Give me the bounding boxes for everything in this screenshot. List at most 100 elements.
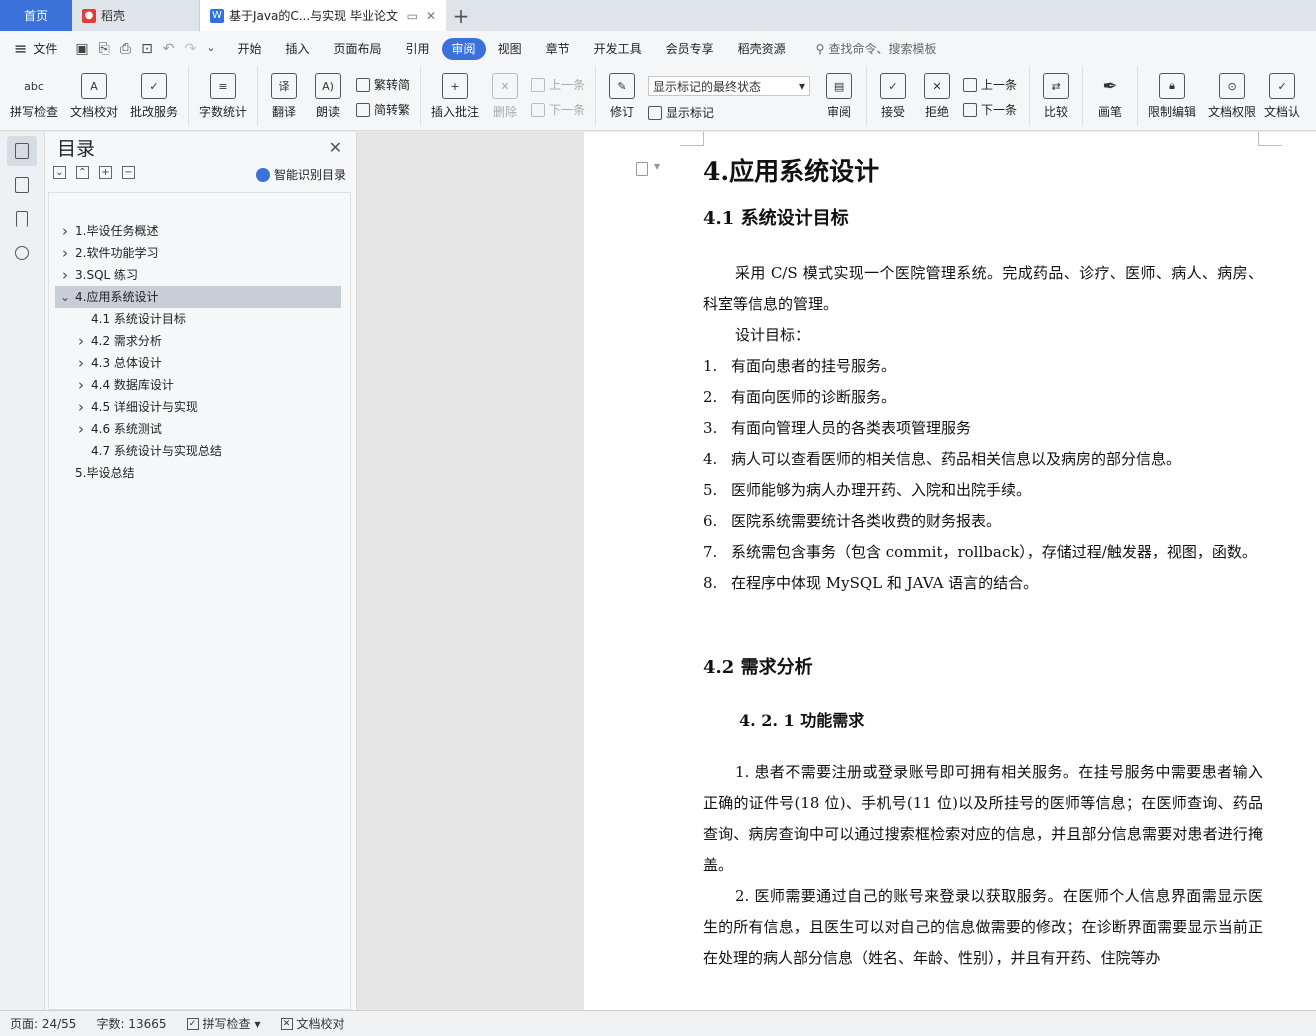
translate-button[interactable]: 译 翻译 — [262, 70, 306, 126]
tab-document-label: 基于Java的C...与实现 毕业论文 — [229, 9, 398, 23]
tab-document[interactable]: W 基于Java的C...与实现 毕业论文 ▭ ✕ — [200, 0, 446, 31]
chevron-right-icon[interactable]: › — [59, 242, 71, 264]
review-service-button[interactable]: ✓ 批改服务 — [124, 70, 184, 126]
doc-certify-label: 文档认 — [1264, 105, 1301, 119]
delete-comment-button[interactable]: ✕ 删除 — [485, 70, 525, 126]
toc-item[interactable]: › 2.软件功能学习 — [55, 242, 341, 264]
spell-check-button[interactable]: abc 拼写检查 — [4, 70, 64, 126]
print-icon[interactable]: ⎙ — [120, 41, 131, 57]
show-markup-button[interactable]: 显示标记 — [648, 104, 810, 121]
toc-item[interactable]: 4.1 系统设计目标 — [55, 308, 341, 330]
markup-state-select[interactable]: 显示标记的最终状态 ▾ — [648, 76, 811, 96]
simp-to-trad-button[interactable]: 简转繁 — [356, 101, 410, 118]
compare-button[interactable]: ⇄ 比较 — [1034, 70, 1078, 126]
remove-item-icon[interactable]: − — [122, 166, 135, 179]
status-spell-check[interactable]: ✓ 拼写检查 ▾ — [177, 1015, 271, 1032]
menu-developer[interactable]: 开发工具 — [582, 38, 654, 60]
file-menu[interactable]: ≡ 文件 — [0, 39, 65, 58]
restrict-editing-button[interactable]: 🔒︎ 限制编辑 — [1142, 70, 1202, 126]
print-preview-icon[interactable]: ⊡ — [141, 41, 153, 57]
menu-section[interactable]: 章节 — [534, 38, 582, 60]
menu-view[interactable]: 视图 — [486, 38, 534, 60]
read-aloud-button[interactable]: A) 朗读 — [306, 70, 350, 126]
paragraph-tool-icon[interactable] — [636, 162, 648, 176]
track-changes-button[interactable]: ✎ 修订 — [600, 70, 644, 126]
new-tab-button[interactable]: + — [446, 0, 476, 31]
toc-item[interactable]: 5.毕设总结 — [55, 462, 341, 484]
add-item-icon[interactable]: + — [99, 166, 112, 179]
toc-item[interactable]: › 1.毕设任务概述 — [55, 220, 341, 242]
pen-button[interactable]: ✒ 画笔 — [1087, 70, 1133, 126]
trad-to-simp-button[interactable]: 繁转简 — [356, 76, 410, 93]
toc-item[interactable]: › 4.2 需求分析 — [55, 330, 341, 352]
list-item: 7. 系统需包含事务（包含 commit，rollback），存储过程/触发器，视… — [703, 537, 1263, 568]
page-indicator[interactable]: 页面: 24/55 — [0, 1015, 86, 1032]
word-count-button[interactable]: ≡ 字数统计 — [193, 70, 253, 126]
menu-member[interactable]: 会员专享 — [654, 38, 726, 60]
menu-insert[interactable]: 插入 — [274, 38, 322, 60]
menu-layout[interactable]: 页面布局 — [322, 38, 394, 60]
doc-permission-button[interactable]: ⊙ 文档权限 — [1202, 70, 1262, 126]
toc-item[interactable]: 4.7 系统设计与实现总结 — [55, 440, 341, 462]
chapter-nav-button[interactable] — [7, 170, 37, 200]
chevron-right-icon[interactable]: › — [75, 396, 87, 418]
close-icon[interactable]: ✕ — [426, 9, 436, 23]
list-number: 1. — [703, 357, 718, 375]
collapse-all-icon[interactable]: ⌃ — [76, 166, 89, 179]
toc-item[interactable]: › 3.SQL 练习 — [55, 264, 341, 286]
chevron-down-icon[interactable]: ⌄ — [59, 286, 71, 308]
menu-references[interactable]: 引用 — [394, 38, 442, 60]
expand-all-icon[interactable]: ⌄ — [53, 166, 66, 179]
chevron-right-icon[interactable]: › — [59, 220, 71, 242]
toc-item[interactable]: › 4.3 总体设计 — [55, 352, 341, 374]
bookmark-nav-button[interactable] — [7, 204, 37, 234]
chevron-right-icon[interactable]: › — [75, 374, 87, 396]
chevron-right-icon[interactable]: › — [75, 418, 87, 440]
save-icon[interactable]: ▣ — [75, 41, 88, 57]
word-count-indicator[interactable]: 字数: 13665 — [86, 1015, 176, 1032]
trad-to-simp-icon — [356, 77, 370, 92]
toc-nav-button[interactable] — [7, 136, 37, 166]
compare-label: 比较 — [1044, 105, 1069, 119]
review-pane-button[interactable]: ▤ 审阅 — [816, 70, 862, 126]
toc-item[interactable]: › 4.5 详细设计与实现 — [55, 396, 341, 418]
chevron-right-icon[interactable]: › — [75, 330, 87, 352]
list-item: 1. 有面向患者的挂号服务。 — [703, 351, 1263, 382]
goal-label: 设计目标： — [735, 326, 811, 344]
monitor-icon[interactable]: ▭ — [407, 9, 418, 23]
command-search[interactable]: ⚲ 查找命令、搜索模板 — [816, 40, 937, 57]
menu-start[interactable]: 开始 — [225, 38, 273, 60]
export-icon[interactable]: ⎘ — [99, 41, 110, 57]
toc-item[interactable]: › 4.6 系统测试 — [55, 418, 341, 440]
insert-comment-label: 插入批注 — [431, 105, 480, 119]
next-change-button[interactable]: 下一条 — [963, 101, 1017, 118]
toc-item[interactable]: › 4.4 数据库设计 — [55, 374, 341, 396]
prev-comment-button[interactable]: 上一条 — [531, 76, 585, 93]
next-comment-button[interactable]: 下一条 — [531, 101, 585, 118]
proofread-button[interactable]: A 文档校对 — [64, 70, 124, 126]
tab-docer[interactable]: ● 稻壳 — [72, 0, 200, 31]
tab-home[interactable]: 首页 — [0, 0, 72, 31]
document-page[interactable]: ▼ 4.应用系统设计 4.1 系统设计目标 采用 C/S 模式实现一个医院管理系… — [584, 132, 1316, 1010]
reject-button[interactable]: ✕ 拒绝 — [915, 70, 959, 126]
search-nav-button[interactable] — [7, 238, 37, 268]
undo-icon[interactable]: ↶ — [163, 41, 175, 57]
toc-item[interactable]: ⌄ 4.应用系统设计 — [55, 286, 341, 308]
list-text: 有面向管理人员的各类表项管理服务 — [731, 419, 972, 437]
chevron-right-icon[interactable]: › — [75, 352, 87, 374]
customize-chevron-icon[interactable]: ⌄ — [206, 41, 215, 57]
insert-comment-button[interactable]: + 插入批注 — [425, 70, 485, 126]
status-proofread[interactable]: ✕ 文档校对 — [271, 1015, 355, 1032]
redo-icon[interactable]: ↷ — [185, 41, 197, 57]
smart-toc-button[interactable]: 智能识别目录 — [255, 166, 346, 183]
menu-docer-resources[interactable]: 稻壳资源 — [726, 38, 798, 60]
close-icon[interactable]: ✕ — [329, 138, 342, 157]
chevron-down-icon[interactable]: ▼ — [654, 162, 660, 171]
menu-review[interactable]: 审阅 — [441, 37, 486, 60]
next-comment-icon — [531, 102, 546, 117]
doc-certify-button[interactable]: ✓ 文档认 — [1262, 70, 1302, 126]
chevron-right-icon[interactable]: › — [59, 264, 71, 286]
accept-button[interactable]: ✓ 接受 — [871, 70, 915, 126]
prev-change-button[interactable]: 上一条 — [963, 76, 1017, 93]
toc-icon — [15, 143, 29, 159]
